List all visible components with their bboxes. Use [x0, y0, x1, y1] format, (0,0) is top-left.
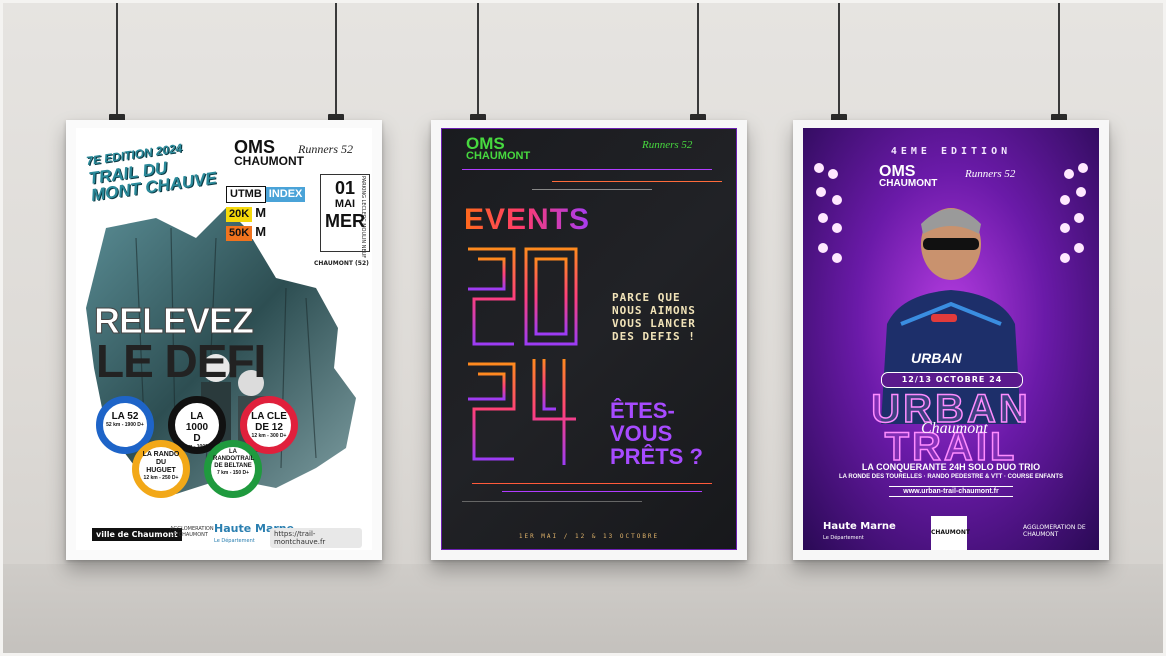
hanging-wire	[116, 0, 118, 122]
ville-logo: ville de Chaumont	[92, 528, 182, 541]
website-link: https://trail-montchauve.fr	[270, 528, 362, 548]
chaumont-script: Chaumont	[921, 420, 988, 437]
agglo-logo: AGGLOMERATION DE CHAUMONT	[1023, 524, 1086, 538]
parking-text: PARKING LECLERC MOULIN NEUF	[360, 176, 366, 259]
haute-marne-logo: Haute Marne Le Département	[823, 521, 896, 542]
hanging-wire	[477, 0, 479, 122]
poster-trail-mont-chauve: 7E EDITION 2024 TRAIL DU MONT CHAUVE OMS CH…	[66, 120, 382, 560]
poster-urban-trail: 4EME EDITION OMS CHAUMONT Runners 52 URBA…	[793, 120, 1109, 560]
poster-content: OMS CHAUMONT Runners 52 EVENTS PARCE QUE N…	[441, 128, 737, 550]
decor-line	[552, 181, 722, 182]
poster-content: 4EME EDITION OMS CHAUMONT Runners 52 URBA…	[803, 128, 1099, 550]
race-ring: LA RANDO/TRAIL DE BELTANE 7 km - 150 D+	[204, 440, 262, 498]
city-logo: CHAUMONT	[931, 516, 970, 550]
edition-text: 4EME EDITION	[890, 146, 1012, 157]
sponsor-footer: Haute Marne Le Département CHAUMONT AGGLO…	[803, 516, 1099, 550]
decor-line	[462, 501, 642, 502]
events-heading: EVENTS	[464, 203, 591, 236]
race-ring: LA RANDO DU HUGUET 12 km - 250 D+	[132, 440, 190, 498]
decor-line	[462, 169, 712, 170]
decor-line	[502, 491, 702, 492]
runners-logo: Runners 52	[965, 168, 1016, 180]
stage-lights-left	[814, 163, 842, 263]
poster-content: 7E EDITION 2024 TRAIL DU MONT CHAUVE OMS CH…	[76, 128, 372, 550]
event-info: LA CONQUERANTE 24H SOLO DUO TRIO LA ROND…	[838, 462, 1063, 497]
year-outline	[468, 247, 578, 465]
floor	[0, 564, 1166, 656]
headline-defi: LE DEFI	[96, 335, 266, 387]
question-text: ÊTES-VOUS PRÊTS ?	[610, 398, 703, 469]
urban-small-text: URBAN	[911, 350, 962, 366]
hanging-wire	[697, 0, 699, 122]
agglo-logo: AGGLOMERATION DE CHAUMONT	[170, 526, 214, 538]
event-dates: 1ER MAI / 12 & 13 OCTOBRE	[518, 533, 660, 540]
sponsor-footer: ville de Chaumont AGGLOMERATION DE CHAUM…	[86, 523, 362, 548]
decor-line	[532, 189, 652, 190]
tagline: PARCE QUE NOUS AIMONS VOUS LANCER DES DEFIS…	[612, 291, 696, 343]
stage-lights-right	[1060, 163, 1088, 263]
decor-line	[472, 483, 712, 484]
distance-badges: UTMB INDEX 20K M 50K M	[226, 184, 306, 242]
event-date: 12/13 OCTOBRE 24	[881, 372, 1023, 388]
headline-relevez: RELEVEZ	[93, 300, 254, 341]
hanging-wire	[335, 0, 337, 122]
oms-logo: OMS CHAUMONT	[466, 134, 531, 162]
hanging-wire	[838, 0, 840, 122]
hanging-wire	[1058, 0, 1060, 122]
oms-logo: OMS CHAUMONT	[234, 137, 304, 168]
city-text: CHAUMONT (52)	[314, 260, 369, 267]
runners-logo: Runners 52	[642, 139, 693, 151]
website-link: www.urban-trail-chaumont.fr	[889, 486, 1013, 497]
oms-logo: OMS CHAUMONT	[879, 163, 938, 190]
poster-events-2024: OMS CHAUMONT Runners 52 EVENTS PARCE QUE N…	[431, 120, 747, 560]
runners-logo: Runners 52	[298, 142, 353, 156]
